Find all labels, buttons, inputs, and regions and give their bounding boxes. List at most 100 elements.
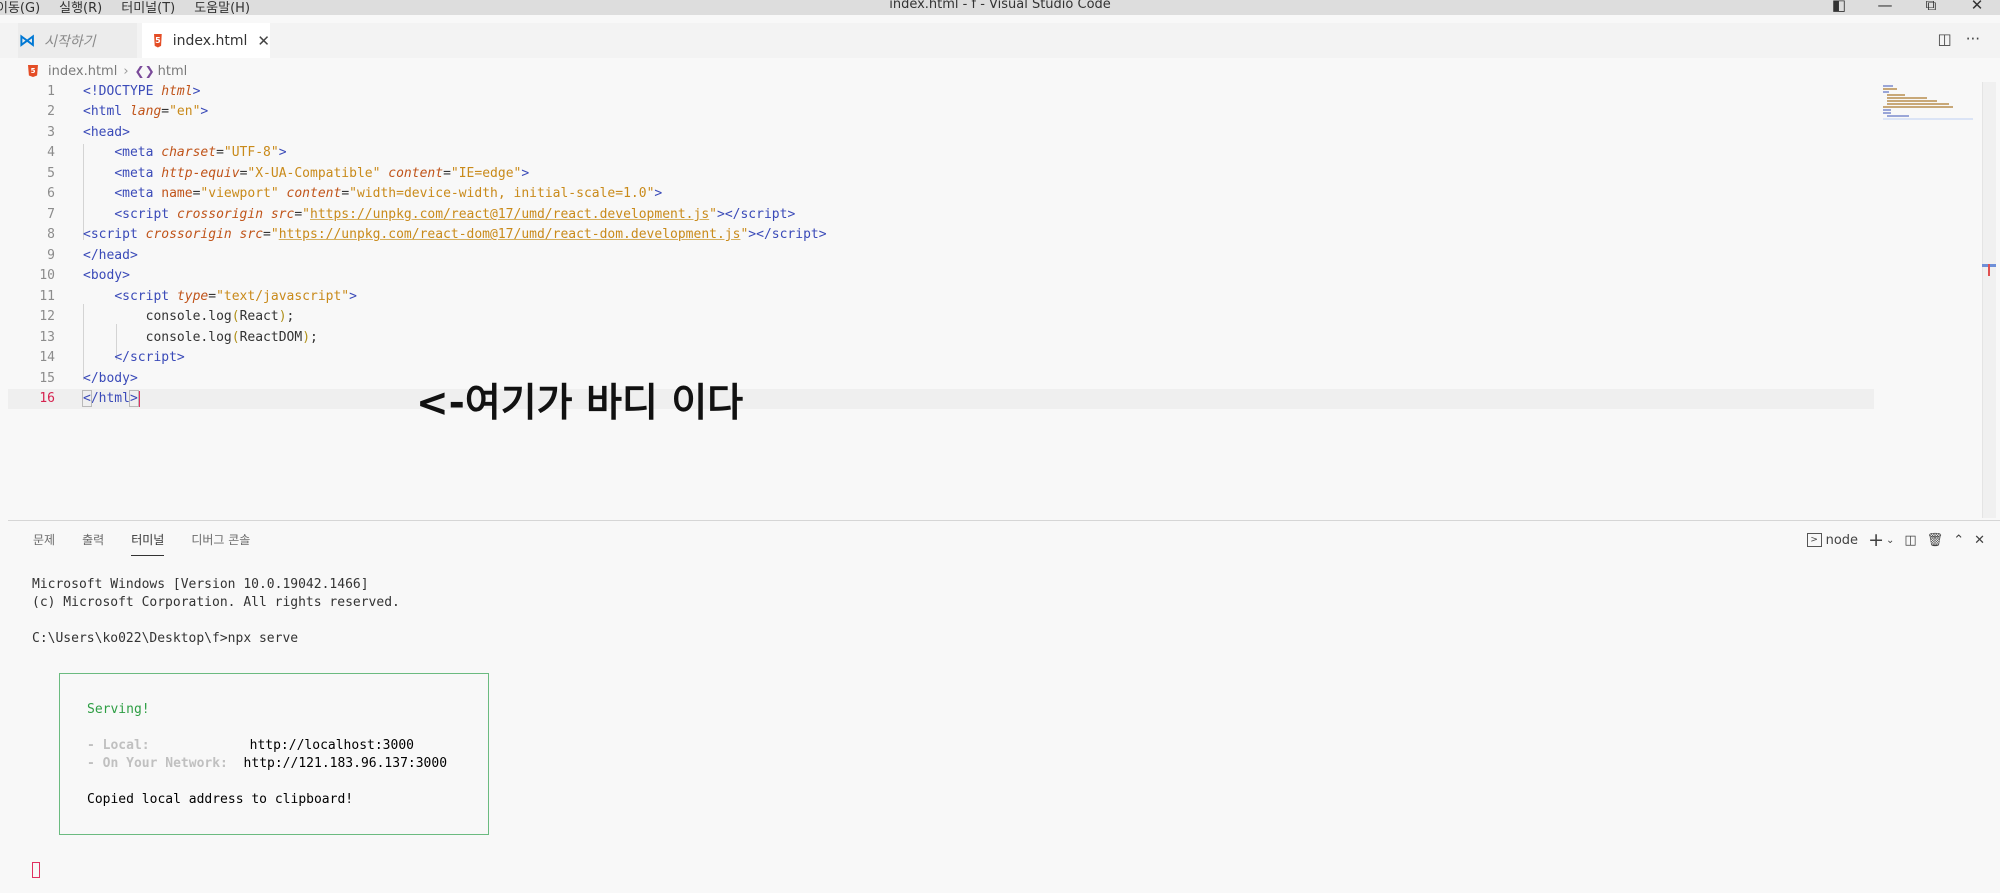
text-cursor (137, 390, 140, 407)
window-controls: ◧ — ⧉ ✕ (1816, 0, 2000, 14)
code-line: 2 <html lang="en"> (8, 102, 1874, 122)
code-editor[interactable]: 1 <!DOCTYPE html> 2 <html lang="en"> 3 <hea… (8, 82, 1982, 518)
code-line: 3 <head> (8, 123, 1874, 143)
split-terminal-icon[interactable]: ◫ (1904, 533, 1916, 548)
code-text: <script crossorigin src="https://unpkg.c… (114, 207, 796, 222)
terminal-line: (c) Microsoft Corporation. All rights re… (32, 595, 400, 610)
network-url[interactable]: http://121.183.96.137:3000 (244, 756, 448, 771)
line-number: 10 (39, 268, 55, 283)
breadcrumb-file[interactable]: index.html (48, 64, 117, 79)
code-text: </html> (82, 390, 140, 407)
window-title: index.html - f - Visual Studio Code (889, 0, 1111, 12)
minimap[interactable] (1880, 82, 1980, 122)
line-number: 13 (39, 330, 55, 345)
chevron-right-icon: › (123, 63, 129, 79)
line-number: 7 (47, 207, 55, 222)
code-line: 6 <meta name="viewport" content="width=d… (8, 184, 1874, 204)
tab-welcome[interactable]: ⋈ 시작하기 (18, 23, 137, 58)
editor-actions: ◫ ··· (1924, 30, 1981, 48)
split-editor-icon[interactable]: ◫ (1938, 30, 1952, 48)
tab-debug-console[interactable]: 디버그 콘솔 (191, 531, 250, 556)
panel-actions: > node + ⌄ ◫ 🗑 ⌃ ✕ (1797, 529, 1985, 551)
serve-status: Serving! (87, 702, 150, 717)
breadcrumb: 5 index.html › ❮❯ html (28, 62, 187, 80)
plus-icon[interactable]: + (1868, 529, 1884, 551)
code-line: 13 console.log(ReactDOM); (8, 328, 1874, 348)
html5-icon: 5 (154, 33, 162, 48)
close-panel-icon[interactable]: ✕ (1974, 533, 1985, 548)
tab-problems[interactable]: 문제 (33, 531, 55, 556)
code-text: <body> (83, 268, 130, 283)
code-line: 1 <!DOCTYPE html> (8, 82, 1874, 102)
layout-icon[interactable]: ◧ (1816, 0, 1862, 14)
chevron-down-icon[interactable]: ⌄ (1886, 535, 1894, 546)
restore-icon[interactable]: ⧉ (1908, 0, 1954, 14)
line-number: 15 (39, 371, 55, 386)
title-bar: 이동(G) 실행(R) 터미널(T) 도움말(H) index.html - f… (0, 0, 2000, 16)
line-number: 9 (47, 248, 55, 263)
code-text: </script> (114, 350, 185, 365)
copied-message: Copied local address to clipboard! (87, 792, 354, 807)
close-icon[interactable]: ✕ (257, 32, 270, 50)
vscode-logo-icon: ⋈ (18, 30, 36, 51)
code-text: <meta http-equiv="X-UA-Compatible" conte… (114, 166, 530, 181)
code-text: </body> (83, 371, 138, 386)
line-number: 8 (47, 227, 55, 242)
code-line: 9 </head> (8, 246, 1874, 266)
code-text: </head> (83, 248, 138, 263)
code-line: 10 <body> (8, 266, 1874, 286)
local-label: - Local: (87, 738, 150, 753)
line-number: 11 (39, 289, 55, 304)
code-text: <!DOCTYPE html> (83, 84, 201, 99)
terminal-icon: > (1806, 533, 1822, 547)
editor-tab-bar: ⋈ 시작하기 5 index.html ✕ (0, 23, 2000, 58)
terminal-line: Microsoft Windows [Version 10.0.19042.14… (32, 577, 369, 592)
breadcrumb-symbol[interactable]: html (158, 64, 188, 79)
code-line: 5 <meta http-equiv="X-UA-Compatible" con… (8, 164, 1874, 184)
minimize-icon[interactable]: — (1862, 0, 1908, 14)
line-number: 14 (39, 350, 55, 365)
trash-icon[interactable]: 🗑 (1927, 533, 1944, 548)
bottom-panel: 문제 출력 터미널 디버그 콘솔 > node + ⌄ ◫ 🗑 ⌃ ✕ Micr… (8, 520, 2000, 893)
tab-terminal[interactable]: 터미널 (131, 531, 165, 556)
line-number: 4 (47, 145, 55, 160)
line-number: 1 (47, 84, 55, 99)
code-line: 11 <script type="text/javascript"> (8, 287, 1874, 307)
line-number: 16 (39, 391, 55, 406)
code-text: <head> (83, 125, 130, 140)
tab-output[interactable]: 출력 (82, 531, 104, 556)
code-line: 4 <meta charset="UTF-8"> (8, 143, 1874, 163)
panel-tabs: 문제 출력 터미널 디버그 콘솔 (33, 531, 277, 556)
code-line: 15 </body> (8, 369, 1874, 389)
code-text: console.log(React); (145, 309, 295, 324)
more-actions-icon[interactable]: ··· (1966, 30, 1980, 48)
line-number: 12 (39, 309, 55, 324)
code-text: <script crossorigin src="https://unpkg.c… (83, 227, 827, 242)
close-window-icon[interactable]: ✕ (1954, 0, 2000, 14)
code-text: <script type="text/javascript"> (114, 289, 357, 304)
code-line: 14 </script> (8, 348, 1874, 368)
terminal-output[interactable]: Microsoft Windows [Version 10.0.19042.14… (32, 576, 400, 648)
tab-label: index.html (172, 32, 248, 49)
code-line: 7 <script crossorigin src="https://unpkg… (8, 205, 1874, 225)
network-label: - On Your Network: (87, 756, 228, 771)
local-url[interactable]: http://localhost:3000 (250, 738, 414, 753)
line-number: 3 (47, 125, 55, 140)
code-line: 12 console.log(React); (8, 307, 1874, 327)
code-text: console.log(ReactDOM); (145, 330, 318, 345)
code-text: <html lang="en"> (83, 104, 209, 119)
code-line-current: 16 </html> (8, 389, 1874, 409)
line-number: 6 (47, 186, 55, 201)
tag-icon: ❮❯ (134, 64, 155, 78)
tab-label: 시작하기 (44, 33, 96, 50)
chevron-up-icon[interactable]: ⌃ (1953, 533, 1964, 548)
serve-info: Serving! - Local: http://localhost:3000 - O… (87, 701, 447, 809)
html5-icon: 5 (28, 65, 38, 77)
tab-index-html[interactable]: 5 index.html ✕ (142, 23, 270, 58)
code-line: 8 <script crossorigin src="https://unpkg.… (8, 225, 1874, 245)
shell-name[interactable]: node (1826, 533, 1858, 548)
body-annotation: <-여기가 바디 이다 (416, 381, 744, 426)
vertical-scrollbar[interactable] (1982, 82, 1996, 518)
line-number: 5 (47, 166, 55, 181)
